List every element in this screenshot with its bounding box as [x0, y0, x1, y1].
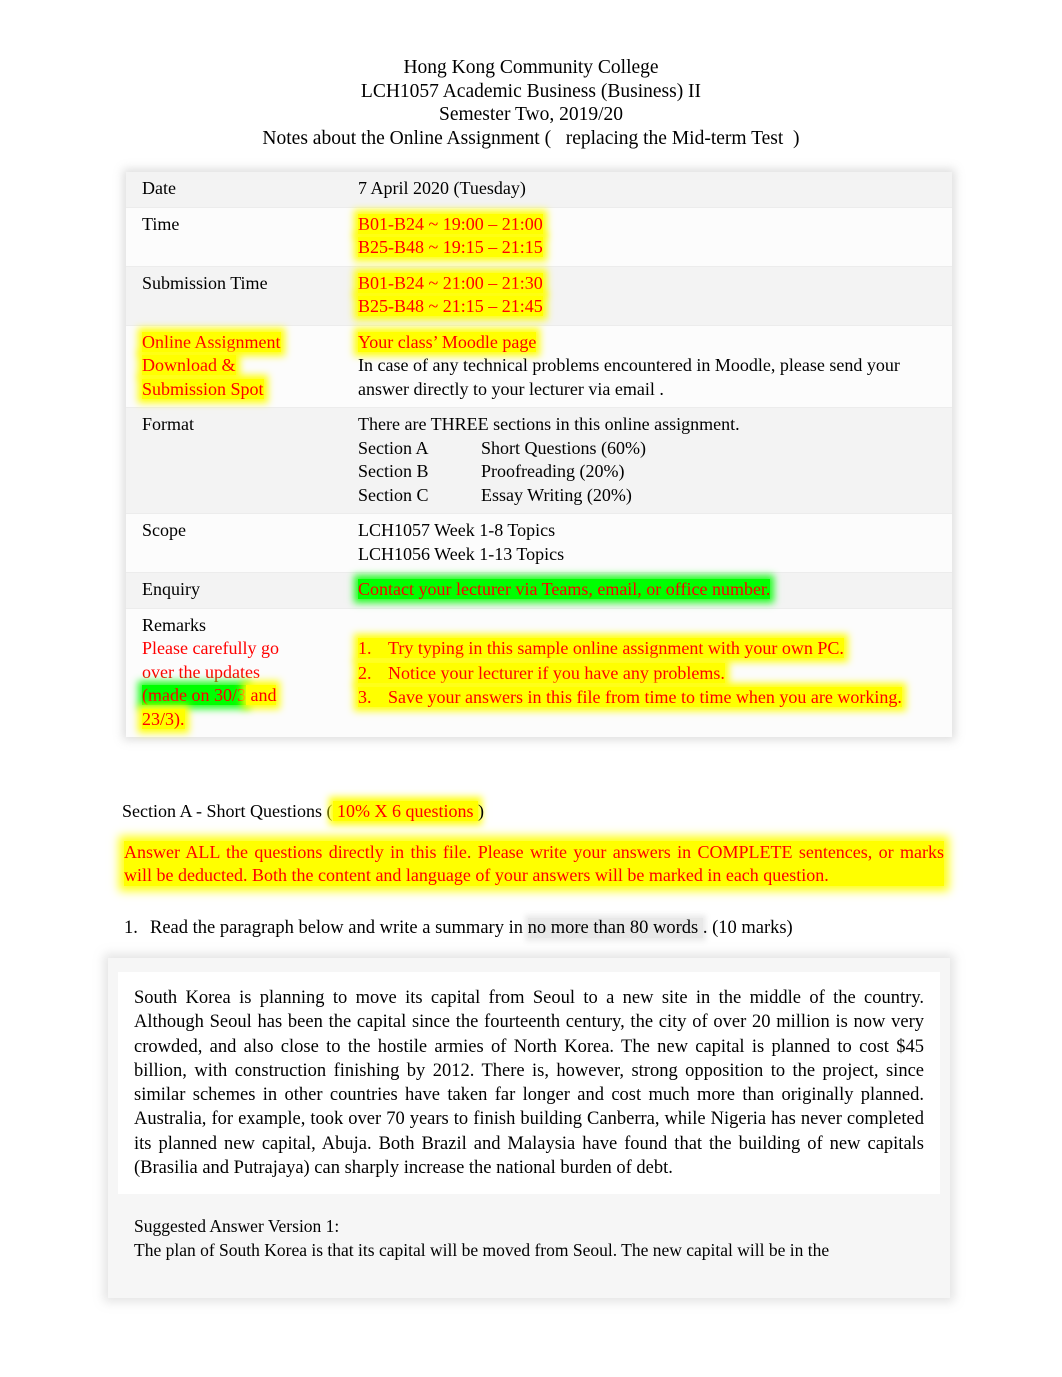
scope-line-2: LCH1056 Week 1-13 Topics: [358, 543, 565, 564]
format-section-row: Section B Proofreading (20%): [358, 460, 946, 484]
document-page: Hong Kong Community College LCH1057 Acad…: [0, 0, 1062, 1377]
remarks-update-date-green: (made on 30/3: [142, 685, 246, 705]
remarks-item-text: Notice your lecturer if you have any pro…: [388, 662, 725, 683]
row-value-submission-time: B01-B24 ~ 21:00 – 21:30 B25-B48 ~ 21:15 …: [348, 266, 952, 326]
scope-line-1: LCH1057 Week 1-8 Topics: [358, 520, 556, 540]
format-section-detail: Proofreading (20%): [481, 461, 625, 481]
enquiry-contact-text: Contact your lecturer via Teams, email, …: [358, 579, 771, 599]
remarks-item-number: 3.: [358, 687, 372, 707]
row-value-time: B01-B24 ~ 19:00 – 21:00 B25-B48 ~ 19:15 …: [348, 207, 952, 267]
remarks-update-date-yellow: 23/3).: [142, 708, 185, 729]
row-value-format: There are THREE sections in this online …: [348, 407, 952, 514]
suggested-answer-line-1: The plan of South Korea is that its capi…: [134, 1240, 830, 1261]
table-row-submission-time: Submission Time B01-B24 ~ 21:00 – 21:30 …: [126, 266, 952, 326]
format-section-detail: Short Questions (60%): [481, 437, 646, 458]
format-section-row: Section C Essay Writing (20%): [358, 484, 946, 508]
table-row-format: Format There are THREE sections in this …: [126, 407, 952, 514]
row-label-scope: Scope: [126, 513, 348, 573]
remarks-item-text: Try typing in this sample online assignm…: [388, 638, 844, 658]
time-slot-b25-b48: B25-B48 ~ 19:15 – 21:15: [358, 237, 543, 257]
remarks-item-number: 1.: [358, 638, 372, 658]
spot-note-line-1: In case of any technical problems encoun…: [358, 355, 900, 375]
header-line-college: Hong Kong Community College: [403, 57, 659, 78]
table-row-remarks: Remarks Please carefully go over the upd…: [126, 608, 952, 737]
remarks-item-number: 2.: [358, 662, 372, 683]
format-section-detail: Essay Writing (20%): [481, 484, 632, 505]
spot-label-line-2: Download &: [142, 355, 236, 375]
header-line-course: LCH1057 Academic Business (Business) II: [360, 80, 702, 102]
table-row-scope: Scope LCH1057 Week 1-8 Topics LCH1056 We…: [126, 513, 952, 573]
document-header: Hong Kong Community College LCH1057 Acad…: [0, 0, 1062, 150]
spot-label-line-3: Submission Spot: [142, 378, 264, 399]
question-1-text-part1: Read the paragraph below and write a sum…: [150, 918, 528, 938]
remarks-label: Remarks: [142, 614, 206, 635]
submission-slot-b01-b24: B01-B24 ~ 21:00 – 21:30: [358, 272, 543, 293]
assignment-info-table-wrapper: Date 7 April 2020 (Tuesday) Time B01-B24…: [0, 172, 1062, 737]
assignment-info-table: Date 7 April 2020 (Tuesday) Time B01-B24…: [126, 172, 952, 737]
suggested-answer-label: Suggested Answer Version 1:: [134, 1216, 340, 1237]
header-line-semester: Semester Two, 2019/20: [438, 104, 624, 125]
row-label-submission-spot: Online Assignment Download & Submission …: [126, 325, 348, 408]
row-value-scope: LCH1057 Week 1-8 Topics LCH1056 Week 1-1…: [348, 513, 952, 573]
row-value-enquiry: Contact your lecturer via Teams, email, …: [348, 572, 952, 609]
format-section-name: Section B: [358, 461, 429, 481]
remarks-note-line-1: Please carefully go: [142, 638, 279, 658]
format-section-name: Section A: [358, 437, 429, 458]
table-row-time: Time B01-B24 ~ 19:00 – 21:00 B25-B48 ~ 1…: [126, 207, 952, 267]
row-value-remarks: 1. Try typing in this sample online assig…: [348, 608, 952, 737]
submission-slot-b25-b48: B25-B48 ~ 21:15 – 21:45: [358, 296, 543, 316]
question-1-prompt: 1. Read the paragraph below and write a s…: [0, 916, 1062, 940]
remarks-item-text: Save your answers in this file from time…: [388, 687, 902, 707]
format-section-name: Section C: [358, 484, 429, 505]
suggested-answer-area[interactable]: Suggested Answer Version 1: The plan of …: [118, 1212, 940, 1262]
section-a-marks-highlight: 10% X 6 questions: [332, 801, 478, 821]
passage-container[interactable]: South Korea is planning to move its capi…: [108, 958, 950, 1298]
format-section-row: Section A Short Questions (60%): [358, 437, 946, 461]
row-label-enquiry: Enquiry: [126, 572, 348, 609]
passage-paragraph: South Korea is planning to move its capi…: [134, 988, 924, 1179]
table-row-date: Date 7 April 2020 (Tuesday): [126, 172, 952, 208]
time-slot-b01-b24: B01-B24 ~ 19:00 – 21:00: [358, 213, 543, 234]
row-value-submission-spot: Your class’ Moodle page In case of any t…: [348, 325, 952, 408]
format-intro: There are THREE sections in this online …: [358, 414, 740, 434]
row-label-format: Format: [126, 407, 348, 514]
question-1-word-limit: no more than 80 words: [527, 918, 703, 938]
moodle-page-text: Your class’ Moodle page: [358, 331, 537, 352]
row-value-date: 7 April 2020 (Tuesday): [348, 172, 952, 208]
row-label-time: Time: [126, 207, 348, 267]
format-section-list: Section A Short Questions (60%) Section B…: [358, 437, 946, 508]
question-1-number: 1.: [124, 918, 138, 938]
remarks-list-item: 3. Save your answers in this file from ti…: [358, 686, 946, 710]
row-label-date: Date: [126, 172, 348, 208]
remarks-list-item: 1. Try typing in this sample online assig…: [358, 637, 946, 661]
row-label-submission-time: Submission Time: [126, 266, 348, 326]
remarks-update-conj: and: [245, 685, 277, 705]
table-row-submission-spot: Online Assignment Download & Submission …: [126, 325, 952, 408]
remarks-note-line-2: over the updates: [142, 661, 260, 682]
remarks-list: 1. Try typing in this sample online assig…: [358, 637, 946, 710]
passage-text-area: South Korea is planning to move its capi…: [118, 972, 940, 1195]
section-a-heading-prefix: Section A - Short Questions (: [122, 801, 333, 821]
row-label-remarks: Remarks Please carefully go over the upd…: [126, 608, 348, 737]
section-a-heading-suffix: ): [478, 801, 484, 821]
question-1-text-part2: . (10 marks): [702, 918, 793, 938]
section-a-heading: Section A - Short Questions ( 10% X 6 qu…: [0, 799, 1062, 823]
table-row-enquiry: Enquiry Contact your lecturer via Teams,…: [126, 572, 952, 609]
remarks-spacer: [358, 614, 946, 638]
spot-note-line-2: answer directly to your lecturer via ema…: [358, 378, 664, 399]
spot-label-line-1: Online Assignment: [142, 331, 281, 352]
section-a-instructions-text: Answer ALL the questions directly in thi…: [124, 841, 944, 886]
remarks-list-item: 2. Notice your lecturer if you have any p…: [358, 662, 946, 686]
header-line-subtitle: Notes about the Online Assignment ( repl…: [262, 127, 800, 149]
section-a-instructions: Answer ALL the questions directly in thi…: [0, 841, 1062, 886]
